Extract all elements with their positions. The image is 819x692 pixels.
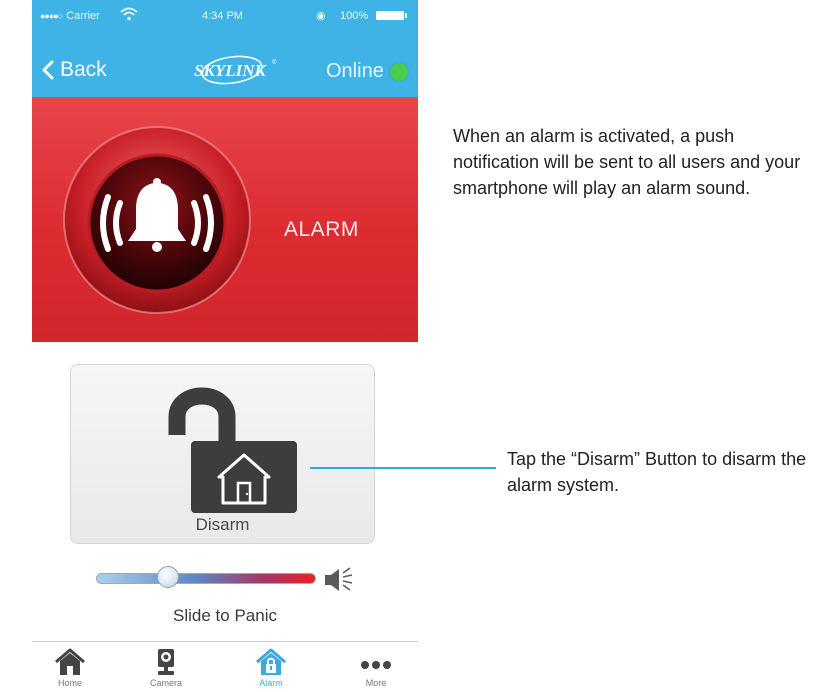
open-lock-house-icon: [168, 387, 297, 513]
connection-status: Online: [326, 60, 408, 83]
alarm-status-panel: ALARM: [32, 97, 418, 342]
signal-strength: ●●●●○: [40, 11, 63, 21]
carrier-name: Carrier: [66, 10, 100, 22]
more-icon: [361, 661, 391, 669]
carrier-info: ●●●●○ Carrier: [40, 10, 100, 22]
battery-icon: [376, 11, 407, 20]
alarm-bell-icon: [63, 126, 251, 314]
disarm-annotation: Tap the “Disarm” Button to disarm the al…: [507, 449, 807, 495]
nav-bar: Back SKYLINK ® Online: [32, 45, 418, 95]
disarm-label: Disarm: [195, 515, 250, 534]
alarm-state-label: ALARM: [284, 218, 359, 241]
panic-slider-caption: Slide to Panic: [173, 606, 277, 625]
location-icon: ◉: [316, 10, 326, 22]
back-button[interactable]: Back: [42, 58, 107, 82]
tab-bar: Home Camera Alarm More: [32, 641, 418, 692]
chevron-left-icon: [42, 60, 54, 80]
tab-alarm[interactable]: Alarm: [236, 648, 306, 688]
status-time: 4:34 PM: [202, 10, 243, 22]
header-bar: ●●●●○ Carrier 4:34 PM ◉ 100% Back SKYLINK: [32, 0, 418, 97]
phone-screen: ●●●●○ Carrier 4:34 PM ◉ 100% Back SKYLINK: [32, 0, 418, 692]
speaker-icon: [325, 567, 353, 591]
wifi-icon: [120, 7, 138, 21]
home-icon: [55, 648, 85, 675]
panic-slider[interactable]: [96, 566, 376, 598]
svg-text:SKYLINK: SKYLINK: [194, 61, 267, 80]
tab-camera[interactable]: Camera: [131, 648, 201, 688]
skylink-logo: SKYLINK ®: [194, 55, 277, 85]
camera-icon: [158, 649, 174, 675]
status-bar: ●●●●○ Carrier 4:34 PM ◉ 100%: [32, 0, 418, 30]
alarm-house-icon: [256, 648, 286, 675]
tab-alarm-label: Alarm: [259, 678, 283, 688]
callout-line: [310, 467, 496, 469]
panic-slider-track[interactable]: [96, 573, 316, 584]
panic-slider-thumb[interactable]: [157, 566, 179, 588]
tab-camera-label: Camera: [149, 678, 182, 688]
tab-home[interactable]: Home: [35, 648, 105, 688]
tab-home-label: Home: [57, 678, 82, 688]
back-label: Back: [60, 58, 107, 81]
battery-percent: 100%: [340, 10, 369, 22]
svg-text:®: ®: [272, 59, 277, 66]
disarm-button[interactable]: Disarm: [70, 364, 375, 544]
connection-status-label: Online: [326, 60, 384, 82]
tab-more-label: More: [365, 678, 387, 688]
alarm-annotation: When an alarm is activated, a push notif…: [453, 126, 801, 198]
tab-more[interactable]: More: [341, 648, 411, 688]
online-indicator: [389, 62, 408, 81]
